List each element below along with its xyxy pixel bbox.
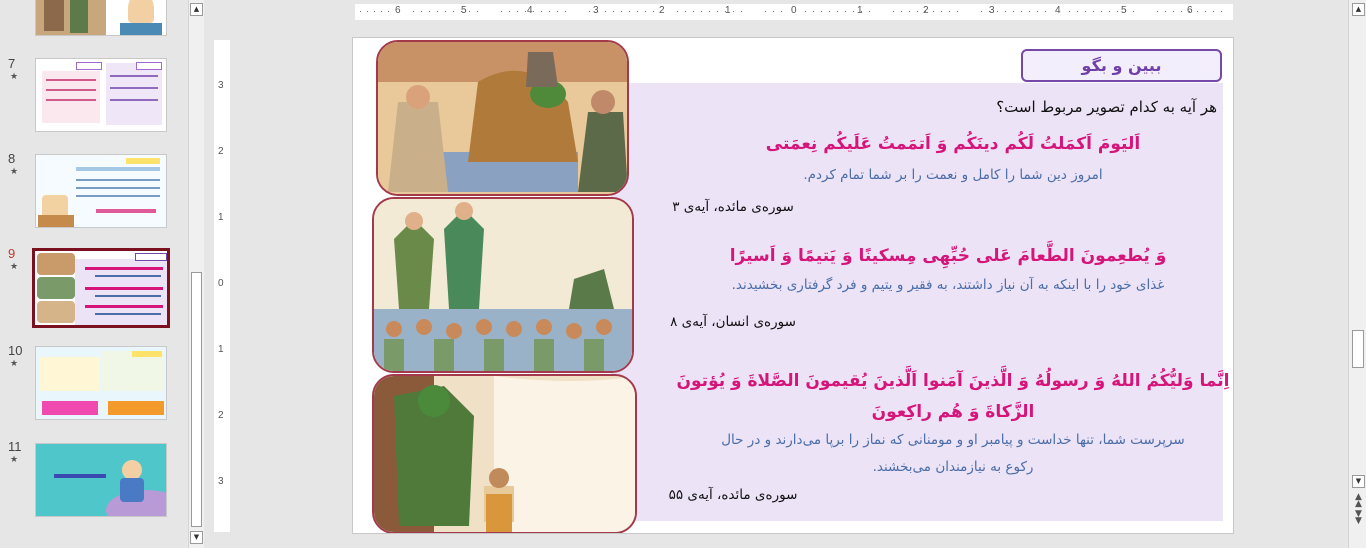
scrollbar-thumb[interactable] [1352, 330, 1364, 368]
slide-number: 11 [8, 439, 22, 454]
ruler-mark: 1 [725, 5, 731, 16]
verse-3-reference: سوره‌ی مائده، آیه‌ی ۵۵ [668, 487, 798, 503]
ruler-mark: 3 [218, 80, 224, 91]
scroll-up-arrow-icon[interactable]: ▲ [1352, 3, 1365, 16]
illustration-door-giving-bread[interactable] [372, 374, 637, 533]
ruler-mark: 6 [395, 5, 401, 16]
scroll-down-arrow-icon[interactable]: ▼ [1352, 475, 1365, 488]
animation-star-icon: ★ [10, 72, 19, 82]
slide-number: 10 [8, 343, 23, 358]
slide-thumbnail-7[interactable] [35, 58, 167, 132]
slide-thumbnail-6[interactable] [35, 0, 167, 36]
vertical-ruler: 3 2 1 0 1 2 3 [214, 40, 230, 532]
slide-thumbnail-pane: 7 ★ 8 ★ 9 ★ 10 ★ 11 ★ [0, 0, 188, 548]
ruler-mark: 4 [527, 5, 533, 16]
slide-number: 8 [8, 151, 16, 166]
verse-2-arabic: وَ یُطعِمونَ الطَّعامَ عَلی حُبِّهِی مِس… [729, 246, 1167, 266]
slide-number: 9 [8, 246, 16, 261]
scrollbar-thumb[interactable] [191, 272, 202, 527]
verse-1-translation: امروز دین شما را کامل و نعمت را بر شما ت… [803, 167, 1103, 183]
ruler-mark: 3 [218, 476, 224, 487]
illustration-prophet-ali-ring[interactable] [376, 40, 629, 196]
slide-thumbnail-9-selected[interactable] [32, 248, 170, 328]
verse-2-translation: غذای خود را با اینکه به آن نیاز داشتند، … [731, 277, 1165, 293]
ruler-mark: 6 [1187, 5, 1193, 16]
scroll-down-arrow-icon[interactable]: ▼ [190, 531, 203, 544]
ruler-mark: 1 [857, 5, 863, 16]
ruler-mark: 0 [218, 278, 224, 289]
animation-star-icon: ★ [10, 262, 19, 272]
verse-3-arabic-line1: اِنَّما وَلیُّکُمُ اللهُ وَ رسولُهُ وَ ا… [676, 371, 1230, 391]
ruler-mark: 1 [218, 344, 224, 355]
slide-thumbnail-11[interactable] [35, 443, 167, 517]
verse-3-arabic-line2: الزَّکاةَ وَ هُم راکِعونَ [871, 402, 1035, 422]
ruler-mark: 3 [989, 5, 995, 16]
verse-1-arabic: اَلیَومَ اَکمَلتُ لَکُم دینَکُم وَ اَتمَ… [765, 134, 1141, 154]
animation-star-icon: ★ [10, 359, 19, 369]
previous-slide-icon[interactable]: ▲ ▲ [1352, 493, 1365, 509]
ruler-mark: 3 [593, 5, 599, 16]
question-text: هر آیه به کدام تصویر مربوط است؟ [996, 98, 1217, 116]
slide-thumbnail-10[interactable] [35, 346, 167, 420]
ruler-mark: 1 [218, 212, 224, 223]
ruler-mark: 5 [1121, 5, 1127, 16]
slide-scrollbar[interactable]: ▲ ▼ ▲ ▲ ▼ ▼ [1348, 0, 1366, 548]
slide-title: ببین و بگو [1081, 56, 1162, 75]
illustration-ghadir-crowd[interactable] [372, 197, 634, 373]
slide-title-box[interactable]: ببین و بگو [1021, 49, 1222, 82]
ruler-mark: 2 [659, 5, 665, 16]
ruler-mark: 5 [461, 5, 467, 16]
next-slide-icon[interactable]: ▼ ▼ [1352, 510, 1365, 526]
slide-number: 7 [8, 56, 16, 71]
animation-star-icon: ★ [10, 167, 19, 177]
horizontal-ruler: 6 5 4 3 2 1 0 1 2 3 4 5 6 [355, 4, 1233, 20]
verse-3-translation-line1: سرپرست شما، تنها خداست و پیامبر او و موم… [721, 432, 1185, 448]
ruler-mark: 2 [923, 5, 929, 16]
animation-star-icon: ★ [10, 455, 19, 465]
ruler-mark: 2 [218, 410, 224, 421]
scroll-up-arrow-icon[interactable]: ▲ [190, 3, 203, 16]
ruler-mark: 0 [791, 5, 797, 16]
ruler-mark: 4 [1055, 5, 1061, 16]
verse-1-reference: سوره‌ی مائده، آیه‌ی ۳ [672, 199, 794, 215]
verse-3-translation-line2: رکوع به نیازمندان می‌بخشند. [872, 459, 1034, 475]
verse-2-reference: سوره‌ی انسان، آیه‌ی ۸ [670, 314, 796, 330]
ruler-mark: 2 [218, 146, 224, 157]
thumbnail-scrollbar[interactable]: ▲ ▼ [188, 0, 204, 548]
slide-thumbnail-8[interactable] [35, 154, 167, 228]
slide-canvas[interactable]: ببین و بگو هر آیه به کدام تصویر مربوط اس… [352, 37, 1234, 534]
